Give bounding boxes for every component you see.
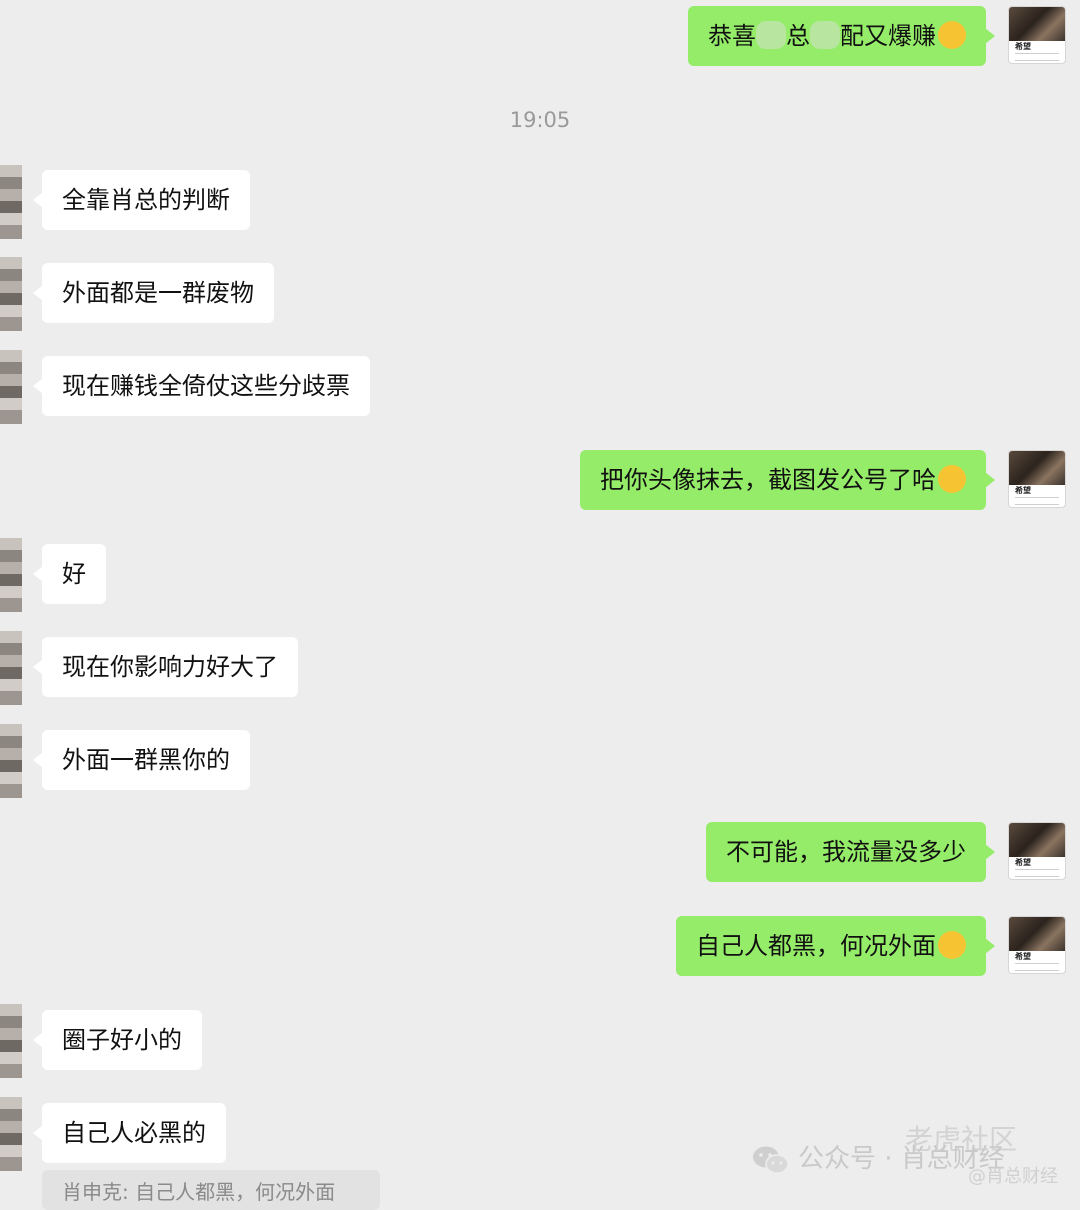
thinking-face-emoji-icon [938,21,966,49]
message-bubble[interactable]: 全靠肖总的判断 [33,170,250,230]
quote-text: 肖申克: 自己人都黑，何况外面 [62,1180,336,1204]
message-outgoing: 不可能，我流量没多少 希望 [0,822,1080,882]
avatar[interactable]: 希望 [1008,6,1066,64]
avatar[interactable]: 希望 [1008,916,1066,974]
tears-of-joy-emoji-icon [938,931,966,959]
message-bubble[interactable]: 外面一群黑你的 [33,730,250,790]
avatar[interactable] [0,257,22,331]
message-bubble[interactable]: 自己人都黑，何况外面 [676,916,995,976]
watermark-handle: @肖总财经 [968,1166,1058,1187]
avatar-lines [1015,869,1059,877]
avatar[interactable] [0,631,22,705]
message-text: 恭喜 [708,22,756,50]
message-outgoing: 把你头像抹去，截图发公号了哈 希望 [0,450,1080,510]
avatar[interactable] [0,1097,22,1171]
watermark-main: 公众号 · 肖总财经 [752,1138,1005,1175]
avatar-photo [1009,7,1065,41]
avatar-label: 希望 [1015,858,1031,867]
message-bubble[interactable]: 把你头像抹去，截图发公号了哈 [580,450,995,510]
avatar[interactable]: 希望 [1008,822,1066,880]
avatar-lines [1015,963,1059,971]
avatar[interactable]: 希望 [1008,450,1066,508]
thinking-face-emoji-icon [938,465,966,493]
avatar-lines [1015,53,1059,61]
message-text: 配又爆赚 [840,22,936,50]
message-bubble[interactable]: 圈子好小的 [33,1010,202,1070]
avatar[interactable] [0,538,22,612]
avatar[interactable] [0,165,22,239]
avatar-label: 希望 [1015,486,1031,495]
quoted-message[interactable]: 肖申克: 自己人都黑，何况外面 [42,1170,380,1210]
avatar-photo [1009,451,1065,485]
timestamp: 19:05 [509,108,571,132]
message-bubble[interactable]: 不可能，我流量没多少 [706,822,995,882]
message-text: 自己人都黑，何况外面 [696,932,936,960]
message-bubble[interactable]: 自己人必黑的 [33,1103,226,1163]
message-text: 总 [786,22,810,50]
chat-window: 恭喜 总 配又爆赚 希望 19:05 全靠肖总的判断 外面都是一群废物 现在赚钱全倚… [0,0,1080,1210]
avatar[interactable] [0,724,22,798]
avatar-photo [1009,823,1065,857]
message-bubble[interactable]: 好 [33,544,106,604]
message-bubble[interactable]: 现在你影响力好大了 [33,637,298,697]
message-text: 把你头像抹去，截图发公号了哈 [600,466,936,494]
avatar-photo [1009,917,1065,951]
message-outgoing: 恭喜 总 配又爆赚 希望 [0,6,1080,66]
avatar[interactable] [0,350,22,424]
avatar[interactable] [0,1004,22,1078]
redaction-blur [810,21,840,49]
avatar-label: 希望 [1015,42,1031,51]
message-bubble[interactable]: 外面都是一群废物 [33,263,274,323]
wechat-icon [753,1146,789,1174]
message-bubble[interactable]: 恭喜 总 配又爆赚 [688,6,995,66]
avatar-lines [1015,497,1059,505]
message-outgoing: 自己人都黑，何况外面 希望 [0,916,1080,976]
message-bubble[interactable]: 现在赚钱全倚仗这些分歧票 [33,356,370,416]
redaction-blur [756,21,786,49]
avatar-label: 希望 [1015,952,1031,961]
